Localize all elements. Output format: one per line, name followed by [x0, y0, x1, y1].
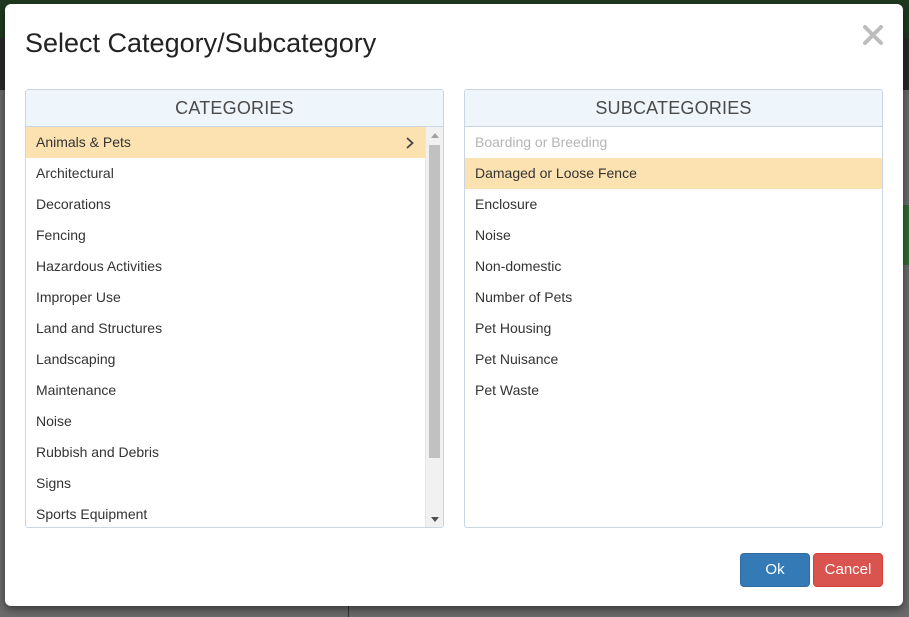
category-item[interactable]: Landscaping — [26, 344, 426, 375]
subcategory-item-label: Damaged or Loose Fence — [475, 165, 637, 181]
background-accent — [903, 205, 909, 265]
category-item[interactable]: Fencing — [26, 220, 426, 251]
subcategory-item[interactable]: Pet Waste — [465, 375, 882, 406]
category-item[interactable]: Architectural — [26, 158, 426, 189]
subcategory-item[interactable]: Non-domestic — [465, 251, 882, 282]
ok-button[interactable]: Ok — [740, 553, 810, 587]
category-item-label: Animals & Pets — [36, 134, 131, 150]
category-item[interactable]: Noise — [26, 406, 426, 437]
category-item-label: Architectural — [36, 165, 114, 181]
categories-header: CATEGORIES — [26, 90, 443, 127]
categories-panel: CATEGORIES Animals & Pets Architectural De… — [25, 89, 444, 528]
scroll-up-arrow-icon[interactable] — [426, 127, 443, 143]
category-item-label: Sports Equipment — [36, 506, 148, 522]
subcategory-item-label: Non-domestic — [475, 258, 562, 274]
category-item[interactable]: Hazardous Activities — [26, 251, 426, 282]
category-item[interactable]: Decorations — [26, 189, 426, 220]
subcategory-item: Boarding or Breeding — [465, 127, 882, 158]
subcategory-item[interactable]: Pet Nuisance — [465, 344, 882, 375]
category-item[interactable]: Land and Structures — [26, 313, 426, 344]
subcategory-item[interactable]: Noise — [465, 220, 882, 251]
category-item-label: Signs — [36, 475, 72, 491]
subcategories-list: Boarding or Breeding Damaged or Loose Fen… — [465, 127, 882, 527]
category-item[interactable]: Sports Equipment — [26, 499, 426, 527]
subcategory-item-label: Noise — [475, 227, 511, 243]
subcategory-item-label: Number of Pets — [475, 289, 573, 305]
category-item-label: Decorations — [36, 196, 111, 212]
category-modal: Select Category/Subcategory CATEGORIES A… — [5, 4, 903, 606]
category-item[interactable]: Rubbish and Debris — [26, 437, 426, 468]
subcategories-panel: SUBCATEGORIES Boarding or Breeding Damage… — [464, 89, 883, 528]
category-item-label: Noise — [36, 413, 72, 429]
category-item[interactable]: Improper Use — [26, 282, 426, 313]
category-item-label: Landscaping — [36, 351, 116, 367]
categories-scrollbar[interactable] — [425, 127, 443, 527]
category-item[interactable]: Animals & Pets — [26, 127, 426, 158]
category-item-label: Rubbish and Debris — [36, 444, 159, 460]
cancel-button[interactable]: Cancel — [813, 553, 883, 587]
chevron-right-icon — [404, 127, 416, 158]
subcategory-item[interactable]: Number of Pets — [465, 282, 882, 313]
subcategory-item-label: Boarding or Breeding — [475, 134, 608, 150]
subcategory-item-label: Pet Waste — [475, 382, 540, 398]
scrollbar-thumb[interactable] — [429, 145, 440, 458]
category-item-label: Fencing — [36, 227, 86, 243]
category-item[interactable]: Signs — [26, 468, 426, 499]
category-item-label: Maintenance — [36, 382, 117, 398]
category-item[interactable]: Maintenance — [26, 375, 426, 406]
category-item-label: Hazardous Activities — [36, 258, 163, 274]
subcategory-item-label: Pet Nuisance — [475, 351, 559, 367]
subcategory-item-label: Pet Housing — [475, 320, 552, 336]
close-icon[interactable] — [861, 22, 885, 52]
category-item-label: Improper Use — [36, 289, 121, 305]
category-item-label: Land and Structures — [36, 320, 163, 336]
subcategory-item-label: Enclosure — [475, 196, 538, 212]
close-icon-glyph — [863, 25, 883, 45]
subcategories-header: SUBCATEGORIES — [465, 90, 882, 127]
categories-list: Animals & Pets Architectural Decorations Fe… — [26, 127, 426, 527]
modal-title: Select Category/Subcategory — [25, 28, 377, 58]
subcategory-item[interactable]: Enclosure — [465, 189, 882, 220]
scroll-down-arrow-icon[interactable] — [426, 511, 443, 527]
subcategory-item[interactable]: Pet Housing — [465, 313, 882, 344]
subcategory-item[interactable]: Damaged or Loose Fence — [465, 158, 882, 189]
